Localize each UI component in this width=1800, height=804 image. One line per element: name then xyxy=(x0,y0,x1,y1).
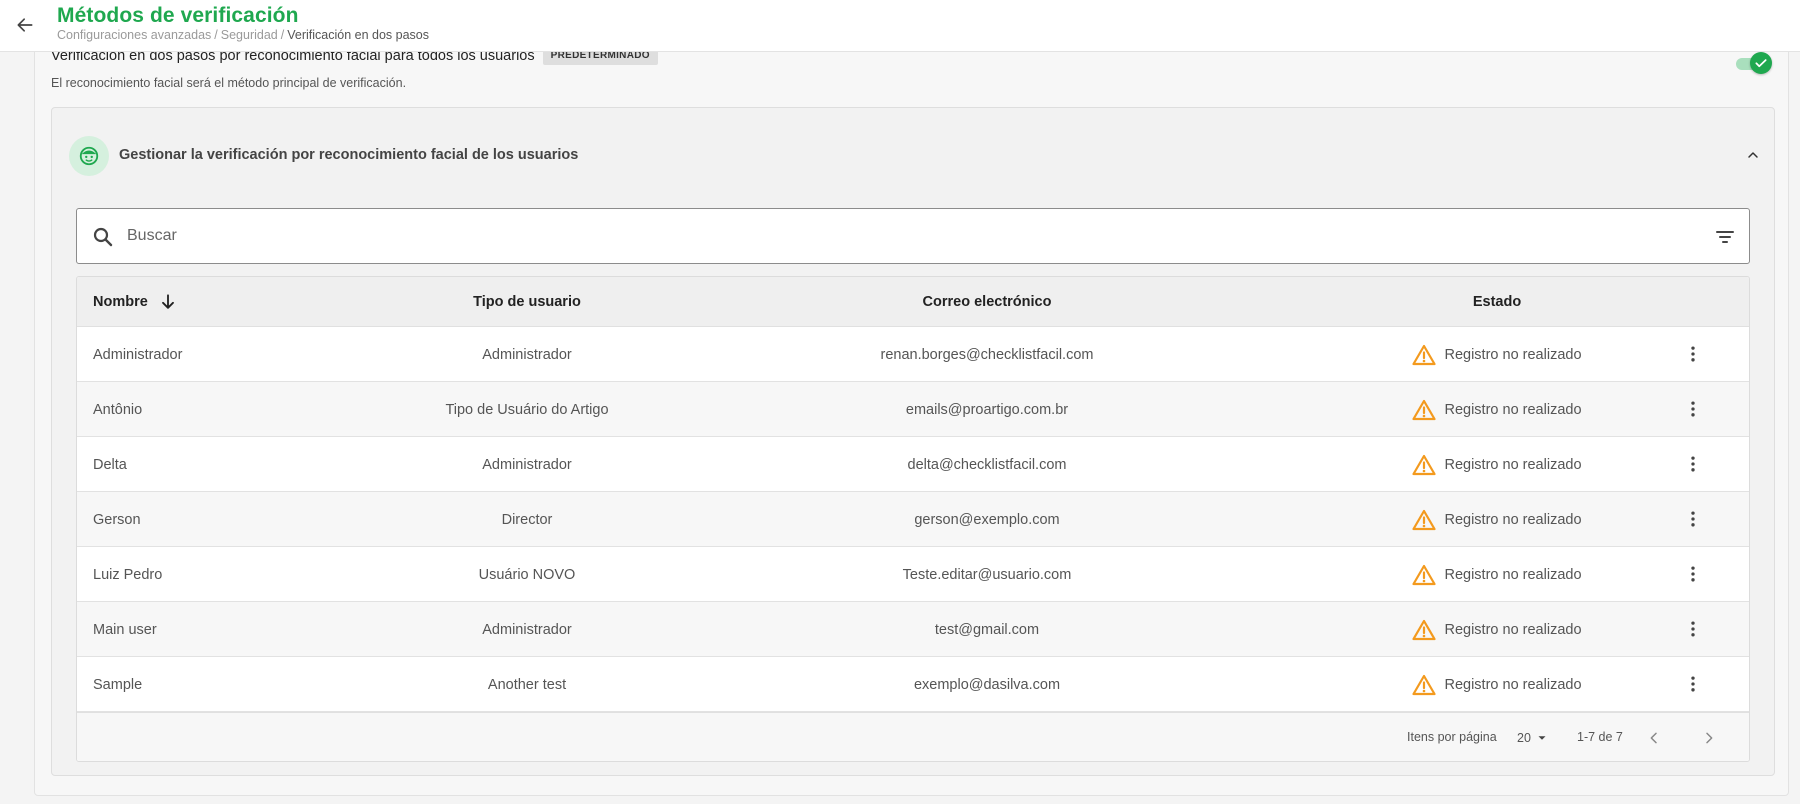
cell-user-type: Usuário NOVO xyxy=(478,566,576,583)
breadcrumb: Configuraciones avanzadas / Seguridad / Veri… xyxy=(57,28,430,42)
warning-icon xyxy=(1412,509,1437,530)
table-row: Luiz Pedro Usuário NOVO Teste.editar@usuar… xyxy=(77,547,1749,602)
warning-icon xyxy=(1412,674,1437,695)
warning-icon xyxy=(1412,564,1437,585)
column-header-email: Correo electrónico xyxy=(922,294,1052,310)
table-row: Main user Administrador test@gmail.com Regi… xyxy=(77,602,1749,657)
status-indicator: Registro no realizado xyxy=(1412,509,1582,531)
face-icon xyxy=(69,136,109,176)
status-text: Registro no realizado xyxy=(1444,346,1582,363)
page-range: 1-7 de 7 xyxy=(1577,730,1623,744)
more-vertical-icon xyxy=(1691,676,1695,692)
row-more-options-button[interactable] xyxy=(1681,452,1705,476)
items-per-page-label: Itens por página xyxy=(1407,730,1497,744)
cell-email: emails@proartigo.com.br xyxy=(905,401,1069,418)
row-more-options-button[interactable] xyxy=(1681,342,1705,366)
cell-status: Registro no realizado xyxy=(1317,327,1677,382)
status-text: Registro no realizado xyxy=(1444,676,1582,693)
cell-email: delta@checklistfacil.com xyxy=(907,456,1067,473)
cell-email: test@gmail.com xyxy=(934,621,1040,638)
chevron-left-icon xyxy=(1650,732,1657,744)
status-indicator: Registro no realizado xyxy=(1412,344,1582,366)
status-text: Registro no realizado xyxy=(1444,566,1582,583)
row-more-options-button[interactable] xyxy=(1681,507,1705,531)
filter-icon[interactable] xyxy=(1713,225,1737,249)
previous-page-button[interactable] xyxy=(1643,727,1665,749)
search-icon xyxy=(93,227,113,247)
cell-user-type: Tipo de Usuário do Artigo xyxy=(445,401,609,418)
table-row: Sample Another test exemplo@dasilva.com Reg… xyxy=(77,657,1749,712)
next-page-button[interactable] xyxy=(1698,727,1720,749)
toggle-knob xyxy=(1750,52,1772,74)
table-pagination: Itens por página 20 1-7 de 7 xyxy=(77,712,1749,761)
status-indicator: Registro no realizado xyxy=(1412,399,1582,421)
column-header-type: Tipo de usuario xyxy=(473,294,581,310)
check-icon xyxy=(1755,59,1767,68)
cell-status: Registro no realizado xyxy=(1317,382,1677,437)
chevron-up-icon xyxy=(1748,152,1758,158)
warning-icon xyxy=(1412,454,1437,475)
row-more-options-button[interactable] xyxy=(1681,617,1705,641)
cell-email: renan.borges@checklistfacil.com xyxy=(880,346,1094,363)
status-text: Registro no realizado xyxy=(1444,456,1582,473)
status-text: Registro no realizado xyxy=(1444,401,1582,418)
caret-down-icon xyxy=(1538,736,1546,740)
cell-user-type: Another test xyxy=(487,676,567,693)
more-vertical-icon xyxy=(1691,346,1695,362)
cell-status: Registro no realizado xyxy=(1317,547,1677,602)
cell-user-type: Administrador xyxy=(482,456,572,473)
column-header-status: Estado xyxy=(1472,294,1522,310)
search-box xyxy=(76,208,1750,264)
cell-status: Registro no realizado xyxy=(1317,602,1677,657)
warning-icon xyxy=(1412,619,1437,640)
collapse-button[interactable] xyxy=(1742,144,1764,166)
more-vertical-icon xyxy=(1691,511,1695,527)
facial-verification-panel: Gestionar la verificación por reconocimi… xyxy=(51,107,1775,776)
status-indicator: Registro no realizado xyxy=(1412,454,1582,476)
cell-status: Registro no realizado xyxy=(1317,492,1677,547)
breadcrumb-item-current: Verificación en dos pasos xyxy=(287,28,430,42)
status-indicator: Registro no realizado xyxy=(1412,564,1582,586)
search-input[interactable] xyxy=(127,219,1687,253)
cell-user-type: Director xyxy=(501,511,553,528)
table-row: Delta Administrador delta@checklistfacil.c… xyxy=(77,437,1749,492)
cell-email: Teste.editar@usuario.com xyxy=(902,566,1072,583)
status-indicator: Registro no realizado xyxy=(1412,674,1582,696)
chevron-right-icon xyxy=(1706,732,1713,744)
more-vertical-icon xyxy=(1691,621,1695,637)
breadcrumb-item-advanced[interactable]: Configuraciones avanzadas xyxy=(57,28,211,42)
panel-title: Gestionar la verificación por reconocimi… xyxy=(119,147,579,163)
status-indicator: Registro no realizado xyxy=(1412,619,1582,641)
row-more-options-button[interactable] xyxy=(1681,397,1705,421)
arrow-down-icon xyxy=(161,294,174,309)
table-row: Administrador Administrador renan.borges@c… xyxy=(77,327,1749,382)
facial-verification-toggle[interactable] xyxy=(1734,52,1772,74)
row-more-options-button[interactable] xyxy=(1681,672,1705,696)
cell-user-type: Administrador xyxy=(482,346,572,363)
table-header: Nombre Tipo de usuario Correo electrónic… xyxy=(77,277,1749,327)
breadcrumb-item-security[interactable]: Seguridad xyxy=(221,28,278,42)
cell-user-type: Administrador xyxy=(482,621,572,638)
users-table: Nombre Tipo de usuario Correo electrónic… xyxy=(76,276,1750,762)
cell-status: Registro no realizado xyxy=(1317,437,1677,492)
more-vertical-icon xyxy=(1691,566,1695,582)
cell-status: Registro no realizado xyxy=(1317,657,1677,712)
table-row: Gerson Director gerson@exemplo.com Registro… xyxy=(77,492,1749,547)
status-text: Registro no realizado xyxy=(1444,621,1582,638)
cell-email: exemplo@dasilva.com xyxy=(913,676,1061,693)
setting-description: El reconocimiento facial será el método … xyxy=(51,76,407,90)
page-header: Métodos de verificación Configuraciones … xyxy=(0,0,1800,52)
back-button[interactable] xyxy=(12,12,38,38)
warning-icon xyxy=(1412,399,1437,420)
items-per-page-select[interactable]: 20 xyxy=(1517,729,1549,747)
more-vertical-icon xyxy=(1691,456,1695,472)
row-more-options-button[interactable] xyxy=(1681,562,1705,586)
warning-icon xyxy=(1412,344,1437,365)
arrow-left-icon xyxy=(17,18,33,32)
cell-email: gerson@exemplo.com xyxy=(914,511,1060,528)
status-text: Registro no realizado xyxy=(1444,511,1582,528)
more-vertical-icon xyxy=(1691,401,1695,417)
page-title: Métodos de verificación xyxy=(57,4,299,27)
table-row: Antônio Tipo de Usuário do Artigo emails@p… xyxy=(77,382,1749,437)
